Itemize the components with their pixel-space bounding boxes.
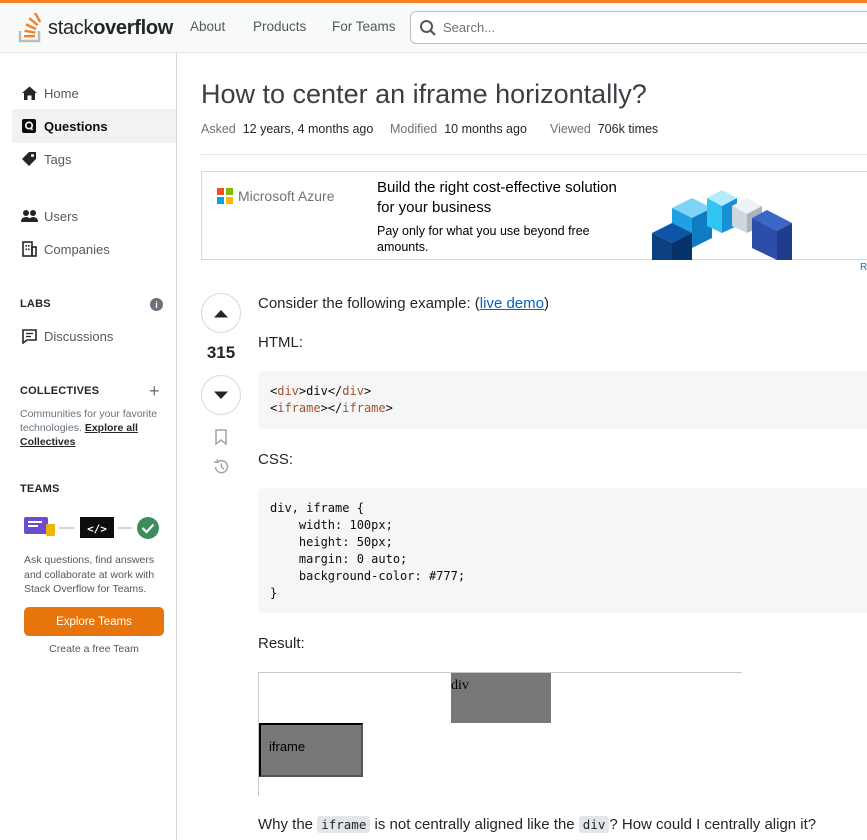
- site-logo[interactable]: stackoverflow: [18, 11, 173, 45]
- left-sidebar: Home Questions Tags Users Companies LABS…: [0, 53, 177, 840]
- divider: [201, 154, 867, 155]
- sidebar-item-label: Tags: [44, 151, 72, 167]
- microsoft-azure-logo: Microsoft Azure: [217, 188, 334, 204]
- nav-for-teams[interactable]: For Teams: [332, 19, 396, 34]
- labs-heading: LABS: [20, 298, 51, 310]
- result-iframe-box: iframe: [259, 723, 363, 777]
- advertisement-banner[interactable]: Microsoft Azure Build the right cost-eff…: [201, 171, 867, 260]
- home-icon: [20, 84, 38, 102]
- result-div-box: div: [451, 673, 551, 723]
- sidebar-item-tags[interactable]: Tags: [12, 142, 176, 176]
- microsoft-logo-icon: [217, 188, 233, 204]
- discussions-icon: [20, 327, 38, 345]
- arrow-down-icon: [214, 391, 228, 399]
- vote-count: 315: [206, 343, 236, 362]
- upvote-button[interactable]: [201, 293, 241, 333]
- collectives-description: Communities for your favorite technologi…: [20, 408, 158, 448]
- live-demo-link[interactable]: live demo: [480, 295, 544, 312]
- meta-modified: Modified 10 months ago: [390, 122, 527, 136]
- sidebar-item-discussions[interactable]: Discussions: [12, 319, 176, 353]
- users-icon: [20, 207, 38, 225]
- search-icon: [420, 19, 436, 36]
- html-label: HTML:: [258, 334, 303, 351]
- teams-illustration: </>: [24, 514, 164, 542]
- companies-icon: [20, 240, 38, 258]
- ad-subtext: Pay only for what you use beyond free am…: [377, 224, 590, 254]
- sidebar-item-label: Companies: [44, 241, 110, 257]
- ad-headline: Build the right cost-effective solution …: [377, 179, 617, 216]
- sidebar-item-companies[interactable]: Companies: [12, 232, 176, 266]
- intro-paragraph: Consider the following example: (live de…: [258, 295, 549, 312]
- bookmark-icon: [215, 429, 227, 445]
- sidebar-item-label: Discussions: [44, 328, 114, 344]
- result-label: Result:: [258, 635, 305, 652]
- questions-icon: [20, 117, 38, 135]
- bookmark-button[interactable]: [211, 427, 231, 447]
- css-code-block[interactable]: div, iframe { width: 100px; height: 50px…: [258, 488, 867, 613]
- downvote-button[interactable]: [201, 375, 241, 415]
- meta-asked: Asked 12 years, 4 months ago: [201, 122, 374, 136]
- question-title[interactable]: How to center an iframe horizontally?: [201, 79, 647, 110]
- ad-report-link[interactable]: R: [860, 262, 867, 273]
- plus-icon[interactable]: +: [149, 381, 160, 402]
- question-closing-text: Why the iframe is not centrally aligned …: [258, 816, 817, 833]
- teams-description: Ask questions, find answers and collabor…: [24, 554, 155, 595]
- result-preview: div iframe: [258, 672, 742, 796]
- sidebar-item-label: Users: [44, 208, 78, 224]
- stack-overflow-logo-icon: [18, 13, 42, 43]
- top-bar: stackoverflow About Products For Teams S…: [0, 0, 867, 53]
- inline-code-iframe: iframe: [317, 816, 371, 833]
- history-button[interactable]: [211, 457, 231, 477]
- explore-teams-button[interactable]: Explore Teams: [24, 607, 164, 636]
- search-input[interactable]: Search...: [410, 11, 867, 44]
- collectives-heading: COLLECTIVES: [20, 385, 100, 397]
- sidebar-item-label: Home: [44, 85, 79, 101]
- nav-about[interactable]: About: [190, 19, 225, 34]
- teams-heading: TEAMS: [20, 483, 60, 495]
- tag-icon: [20, 150, 38, 168]
- history-icon: [213, 458, 229, 474]
- css-label: CSS:: [258, 451, 294, 468]
- sidebar-item-home[interactable]: Home: [12, 76, 176, 110]
- search-placeholder: Search...: [443, 20, 496, 35]
- sidebar-item-questions[interactable]: Questions: [12, 109, 176, 143]
- info-icon[interactable]: i: [150, 298, 163, 311]
- html-code-block[interactable]: <div>div</div> <iframe></iframe>: [258, 371, 867, 429]
- arrow-up-icon: [214, 309, 228, 317]
- azure-cubes-image: [652, 190, 792, 260]
- nav-products[interactable]: Products: [253, 19, 306, 34]
- sidebar-item-users[interactable]: Users: [12, 199, 176, 233]
- inline-code-div: div: [578, 816, 610, 833]
- svg-text:</>: </>: [87, 523, 107, 536]
- sidebar-item-label: Questions: [44, 118, 108, 134]
- logo-wordmark: stackoverflow: [48, 16, 174, 39]
- meta-viewed: Viewed 706k times: [550, 122, 659, 136]
- create-free-team-link[interactable]: Create a free Team: [24, 643, 164, 655]
